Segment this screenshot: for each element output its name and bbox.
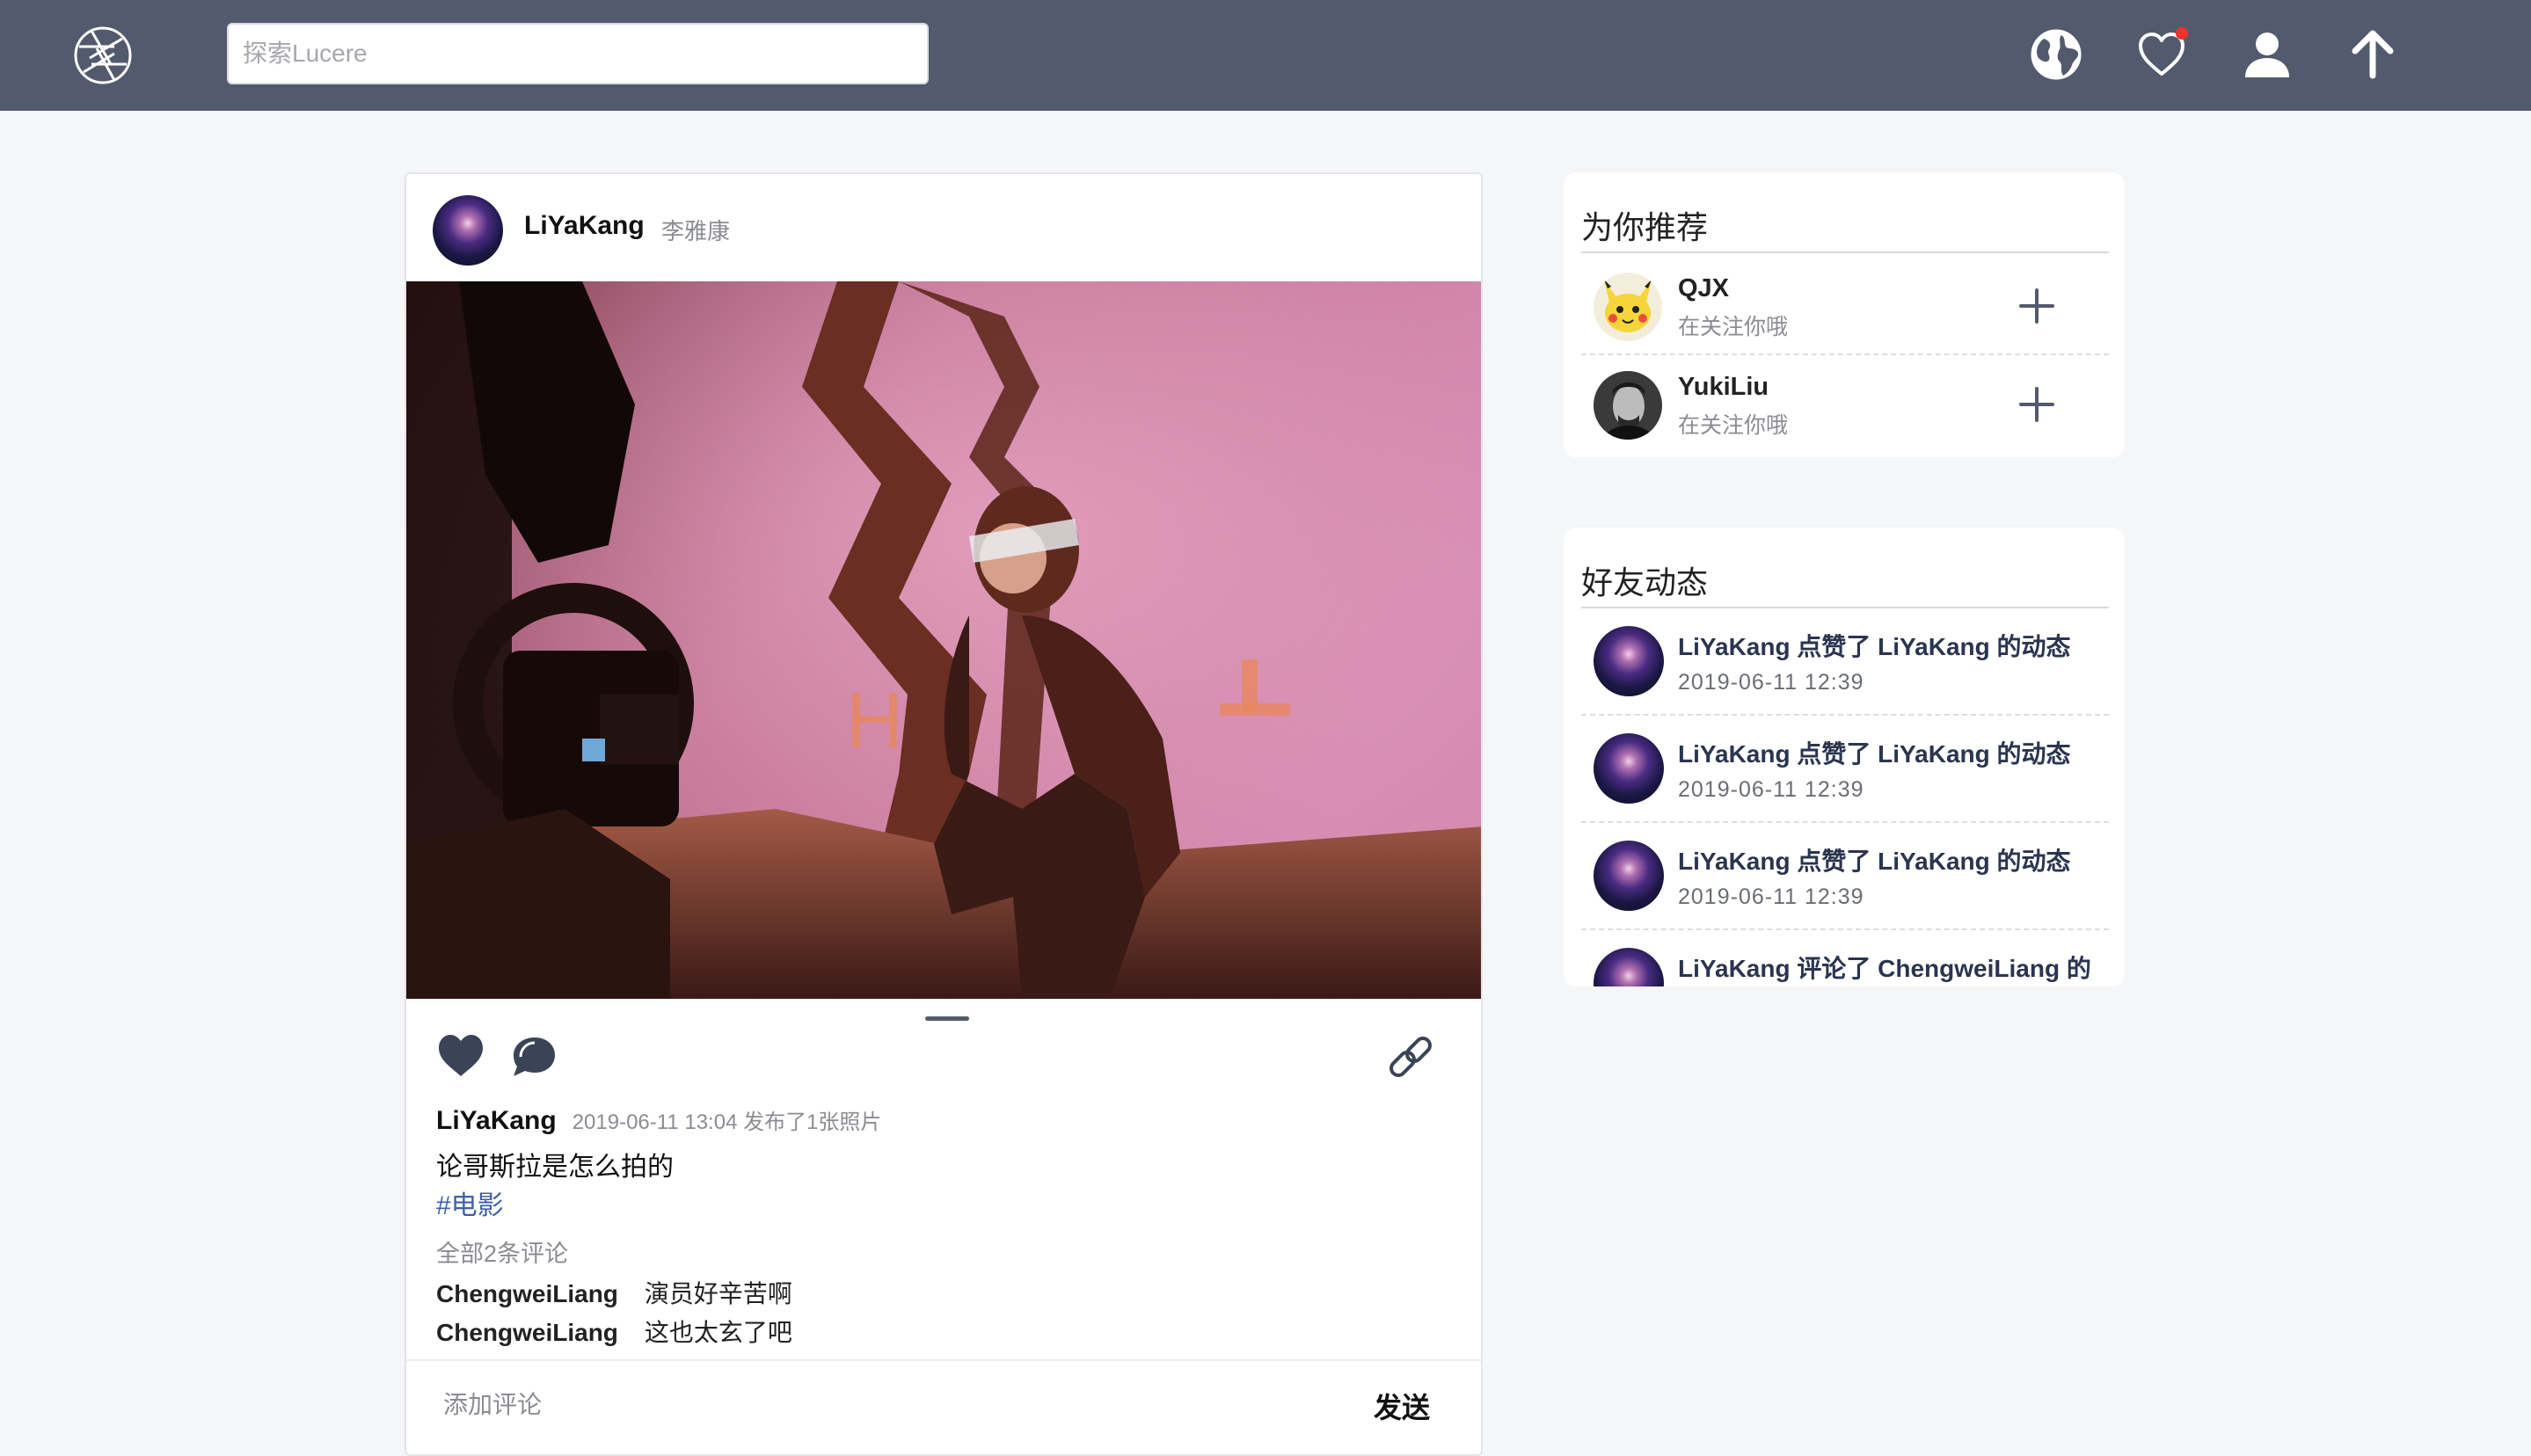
avatar[interactable] bbox=[1594, 733, 1664, 804]
avatar[interactable] bbox=[1594, 841, 1664, 911]
recommend-user-name[interactable]: YukiLiu bbox=[1678, 373, 1769, 402]
follow-plus-icon[interactable] bbox=[2016, 383, 2058, 426]
notification-badge bbox=[2176, 27, 2188, 40]
activity-item[interactable]: LiYaKang 点赞了 LiYaKang 的动态 2019-06-11 12:… bbox=[1564, 823, 2125, 930]
post-meta: LiYaKang 2019-06-11 13:04 发布了1张照片 bbox=[436, 1104, 881, 1136]
avatar[interactable] bbox=[1594, 948, 1664, 986]
activity-time: 2019-06-11 12:39 bbox=[1678, 670, 1864, 695]
arrow-up-icon[interactable] bbox=[2345, 26, 2401, 83]
recommend-panel: 为你推荐 QJX 在关注你哦 YukiLiu 在关注你哦 bbox=[1564, 172, 2125, 457]
recommend-item: QJX 在关注你哦 bbox=[1564, 257, 2125, 355]
send-comment-button[interactable]: 发送 bbox=[1374, 1386, 1430, 1426]
recommend-item: YukiLiu 在关注你哦 bbox=[1564, 355, 2125, 454]
comment-user[interactable]: ChengweiLiang bbox=[436, 1319, 618, 1346]
post-card: LiYaKang 李雅康 H LiYaKang 2019-06-11 13:04… bbox=[405, 172, 1483, 1456]
share-link-icon[interactable] bbox=[1386, 1034, 1435, 1083]
user-icon[interactable] bbox=[2239, 26, 2295, 83]
activity-text: LiYaKang 点赞了 LiYaKang 的动态 bbox=[1678, 633, 2071, 660]
comment-text: 演员好辛苦啊 bbox=[644, 1280, 792, 1307]
like-heart-icon[interactable] bbox=[436, 1032, 485, 1078]
activity-item[interactable]: LiYaKang 点赞了 LiYaKang 的动态 2019-06-11 12:… bbox=[1564, 716, 2125, 823]
activity-item[interactable]: LiYaKang 评论了 ChengweiLiang 的 bbox=[1564, 930, 2125, 986]
activity-text: LiYaKang 评论了 ChengweiLiang 的 bbox=[1678, 955, 2091, 982]
post-hashtag[interactable]: #电影 bbox=[436, 1183, 504, 1222]
activity-text: LiYaKang 点赞了 LiYaKang 的动态 bbox=[1678, 740, 2071, 768]
avatar[interactable] bbox=[433, 195, 503, 266]
post-author-realname: 李雅康 bbox=[661, 218, 731, 244]
svg-text:H: H bbox=[846, 677, 903, 765]
film-set-photo: H bbox=[406, 281, 1481, 999]
recommend-user-subtitle: 在关注你哦 bbox=[1678, 413, 1789, 438]
recommend-user-subtitle: 在关注你哦 bbox=[1678, 315, 1789, 339]
panel-divider bbox=[1581, 251, 2109, 253]
view-all-comments-link[interactable]: 全部2条评论 bbox=[436, 1234, 568, 1269]
avatar[interactable] bbox=[1594, 626, 1664, 696]
recommend-user-name[interactable]: QJX bbox=[1678, 274, 1729, 303]
search-input[interactable] bbox=[227, 23, 929, 84]
post-author-name[interactable]: LiYaKang bbox=[524, 211, 645, 241]
activity-text: LiYaKang 点赞了 LiYaKang 的动态 bbox=[1678, 848, 2071, 875]
comment-item: ChengweiLiang 演员好辛苦啊 bbox=[436, 1275, 792, 1310]
post-timestamp: 2019-06-11 13:04 发布了1张照片 bbox=[572, 1110, 882, 1134]
follow-plus-icon[interactable] bbox=[2016, 285, 2058, 327]
comment-item: ChengweiLiang 这也太玄了吧 bbox=[436, 1314, 792, 1349]
comment-divider bbox=[406, 1359, 1481, 1361]
post-caption: 论哥斯拉是怎么拍的 bbox=[436, 1153, 674, 1182]
comment-user[interactable]: ChengweiLiang bbox=[436, 1280, 618, 1307]
activity-item[interactable]: LiYaKang 点赞了 LiYaKang 的动态 2019-06-11 12:… bbox=[1564, 608, 2125, 716]
activity-time: 2019-06-11 12:39 bbox=[1678, 777, 1864, 802]
post-meta-author[interactable]: LiYaKang bbox=[436, 1106, 557, 1135]
aperture-logo-icon[interactable] bbox=[72, 25, 134, 86]
comment-bubble-icon[interactable] bbox=[508, 1032, 558, 1081]
friend-activity-title: 好友动态 bbox=[1581, 564, 1709, 601]
recommend-title: 为你推荐 bbox=[1581, 209, 1709, 245]
add-comment-input[interactable] bbox=[441, 1375, 1236, 1435]
post-photo[interactable]: H bbox=[406, 281, 1481, 999]
top-navigation-bar bbox=[0, 0, 2531, 111]
globe-icon[interactable] bbox=[2028, 26, 2084, 83]
avatar[interactable] bbox=[1594, 371, 1662, 440]
friend-activity-panel: 好友动态 LiYaKang 点赞了 LiYaKang 的动态 2019-06-1… bbox=[1564, 528, 2125, 986]
post-header: LiYaKang 李雅康 bbox=[406, 174, 1481, 281]
avatar[interactable] bbox=[1594, 273, 1662, 341]
comment-text: 这也太玄了吧 bbox=[644, 1319, 792, 1346]
carousel-indicator[interactable] bbox=[925, 1016, 969, 1021]
activity-time: 2019-06-11 12:39 bbox=[1678, 885, 1864, 909]
